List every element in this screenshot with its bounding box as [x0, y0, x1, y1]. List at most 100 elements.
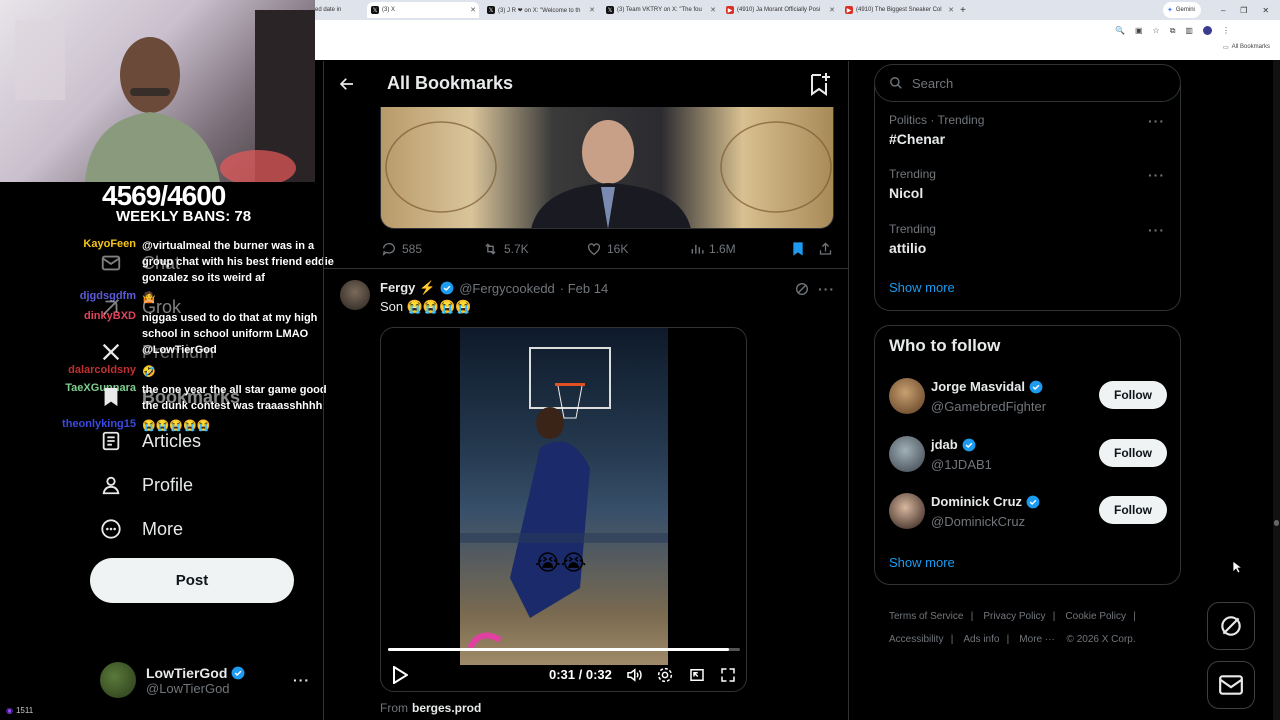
- browser-tab-active[interactable]: 𝕏 (3) X ✕: [367, 2, 479, 18]
- person-icon: [98, 472, 124, 498]
- avatar[interactable]: [340, 280, 370, 310]
- star-icon[interactable]: ☆: [1153, 26, 1160, 36]
- bookmarks-folder[interactable]: ▭ All Bookmarks: [1223, 44, 1270, 51]
- scrollbar-track[interactable]: [1273, 60, 1280, 720]
- window-controls: – ❐ ✕: [1215, 2, 1275, 18]
- article-icon: [98, 428, 124, 454]
- like-button[interactable]: 16K: [586, 241, 628, 257]
- follow-button[interactable]: Follow: [1099, 381, 1167, 409]
- browser-tab[interactable]: ▶ (4910) The Biggest Sneaker Col ✕: [841, 2, 957, 18]
- close-tab-icon[interactable]: ✕: [710, 6, 719, 14]
- messages-floating-button[interactable]: [1207, 661, 1255, 709]
- views-button[interactable]: 1.6M: [690, 241, 736, 257]
- youtube-icon: ▶: [726, 6, 734, 14]
- trend-more-icon[interactable]: ···: [1148, 222, 1165, 238]
- who-to-follow-title: Who to follow: [889, 336, 1001, 355]
- browser-tab[interactable]: ▶ (4910) Ja Morant Officially Posi ✕: [722, 2, 838, 18]
- trend-more-icon[interactable]: ···: [1148, 113, 1165, 129]
- footer-link[interactable]: More ···: [1019, 634, 1055, 645]
- stream-weekly-bans: WEEKLY BANS: 78: [116, 208, 252, 225]
- trend-item[interactable]: Trending Nicol ···: [889, 167, 1169, 201]
- reply-icon: [382, 243, 395, 256]
- nav-item-profile[interactable]: Profile: [98, 472, 193, 498]
- profile-avatar-icon[interactable]: [1202, 26, 1212, 35]
- restore-icon[interactable]: ❐: [1240, 6, 1247, 15]
- back-button[interactable]: [338, 75, 356, 98]
- footer-link[interactable]: Terms of Service: [889, 611, 963, 622]
- views-icon: [691, 244, 704, 254]
- fullscreen-button[interactable]: [719, 666, 737, 689]
- more-circle-icon: [98, 516, 124, 542]
- follow-suggestion[interactable]: Dominick Cruz @DominickCruz Follow: [889, 492, 1169, 530]
- account-more-icon[interactable]: ···: [293, 672, 310, 688]
- footer-link[interactable]: Ads info: [963, 634, 999, 645]
- post-date[interactable]: · Feb 14: [560, 281, 608, 296]
- page-header: All Bookmarks: [324, 61, 848, 107]
- show-more-follow[interactable]: Show more: [889, 555, 955, 570]
- close-tab-icon[interactable]: ✕: [948, 6, 957, 14]
- browser-tab[interactable]: 𝕏 (3) Team VKTRY on X: "The fou ✕: [602, 2, 719, 18]
- nav-item-chat[interactable]: Chat: [98, 250, 180, 276]
- verified-badge-icon: [232, 666, 245, 679]
- zoom-icon[interactable]: 🔍: [1115, 26, 1125, 36]
- close-tab-icon[interactable]: ✕: [470, 6, 479, 14]
- browser-tab-strip: ed date in 𝕏 (3) X ✕ 𝕏 (3) J R ❤ on X: "…: [315, 0, 1280, 20]
- video-player[interactable]: 😭😭 0:31 / 0:32: [380, 327, 747, 692]
- nav-item-premium[interactable]: Premium: [98, 339, 214, 365]
- post-author[interactable]: Fergy ⚡: [380, 280, 435, 296]
- menu-icon[interactable]: ⋮: [1222, 26, 1230, 36]
- follow-suggestion[interactable]: jdab @1JDAB1 Follow: [889, 435, 1169, 473]
- settings-button[interactable]: [656, 666, 674, 689]
- bookmark-folder-button[interactable]: [808, 72, 830, 101]
- chat-username: dalarcoldsny: [68, 364, 136, 376]
- sidebar-icon[interactable]: ▥: [1185, 26, 1193, 36]
- play-button[interactable]: [392, 665, 409, 689]
- minimize-icon[interactable]: –: [1221, 6, 1225, 15]
- repost-button[interactable]: 5.7K: [482, 241, 529, 257]
- avatar: [889, 378, 925, 414]
- trend-more-icon[interactable]: ···: [1148, 167, 1165, 183]
- cast-icon[interactable]: ▣: [1135, 26, 1143, 36]
- close-tab-icon[interactable]: ✕: [829, 6, 838, 14]
- nav-item-bookmarks[interactable]: Bookmarks: [98, 384, 240, 410]
- browser-tab[interactable]: 𝕏 (3) J R ❤ on X: "Welcome to th ✕: [483, 2, 598, 18]
- follow-button[interactable]: Follow: [1099, 439, 1167, 467]
- nav-item-articles[interactable]: Articles: [98, 428, 201, 454]
- post-media-image[interactable]: [380, 107, 834, 229]
- new-tab-button[interactable]: +: [960, 2, 972, 18]
- close-window-icon[interactable]: ✕: [1262, 6, 1269, 15]
- arrow-left-icon: [339, 78, 353, 90]
- x-logo-icon: 𝕏: [487, 6, 495, 14]
- pip-button[interactable]: [688, 666, 706, 689]
- verified-badge-icon: [440, 281, 454, 295]
- share-button[interactable]: [818, 241, 833, 262]
- grok-floating-button[interactable]: [1207, 602, 1255, 650]
- follow-button[interactable]: Follow: [1099, 496, 1167, 524]
- footer-link[interactable]: Cookie Policy: [1065, 611, 1126, 622]
- trend-item[interactable]: Trending attilio ···: [889, 222, 1169, 256]
- account-switcher[interactable]: LowTierGod @LowTierGod ···: [100, 660, 310, 700]
- show-more-trends[interactable]: Show more: [889, 280, 955, 295]
- chat-line: djgdsgdfm 🤷: [38, 290, 337, 306]
- trend-item[interactable]: Politics · Trending #Chenar ···: [889, 113, 1169, 147]
- reply-button[interactable]: 585: [381, 241, 422, 257]
- post-more-icon[interactable]: ···: [818, 281, 835, 297]
- extensions-icon[interactable]: ⧉: [1170, 26, 1176, 36]
- gemini-button[interactable]: ✦ Gemini: [1163, 2, 1201, 18]
- nav-item-grok[interactable]: Grok: [98, 294, 181, 320]
- post-button[interactable]: Post: [90, 558, 294, 603]
- scrollbar-thumb[interactable]: [1274, 520, 1279, 526]
- close-tab-icon[interactable]: ✕: [589, 6, 598, 14]
- volume-button[interactable]: [625, 666, 643, 689]
- follow-suggestion[interactable]: Jorge Masvidal @GamebredFighter Follow: [889, 377, 1169, 415]
- footer-link[interactable]: Privacy Policy: [983, 611, 1045, 622]
- video-progress-track[interactable]: [388, 648, 740, 651]
- video-source-link[interactable]: berges.prod: [412, 701, 481, 715]
- post-handle[interactable]: @Fergycookedd: [459, 281, 555, 296]
- browser-tab[interactable]: ed date in: [315, 2, 365, 18]
- grok-post-button[interactable]: [794, 281, 810, 302]
- footer-link[interactable]: Accessibility: [889, 634, 943, 645]
- video-frame: 😭😭: [460, 328, 668, 665]
- nav-item-more[interactable]: More: [98, 516, 183, 542]
- bookmark-button[interactable]: [791, 241, 805, 262]
